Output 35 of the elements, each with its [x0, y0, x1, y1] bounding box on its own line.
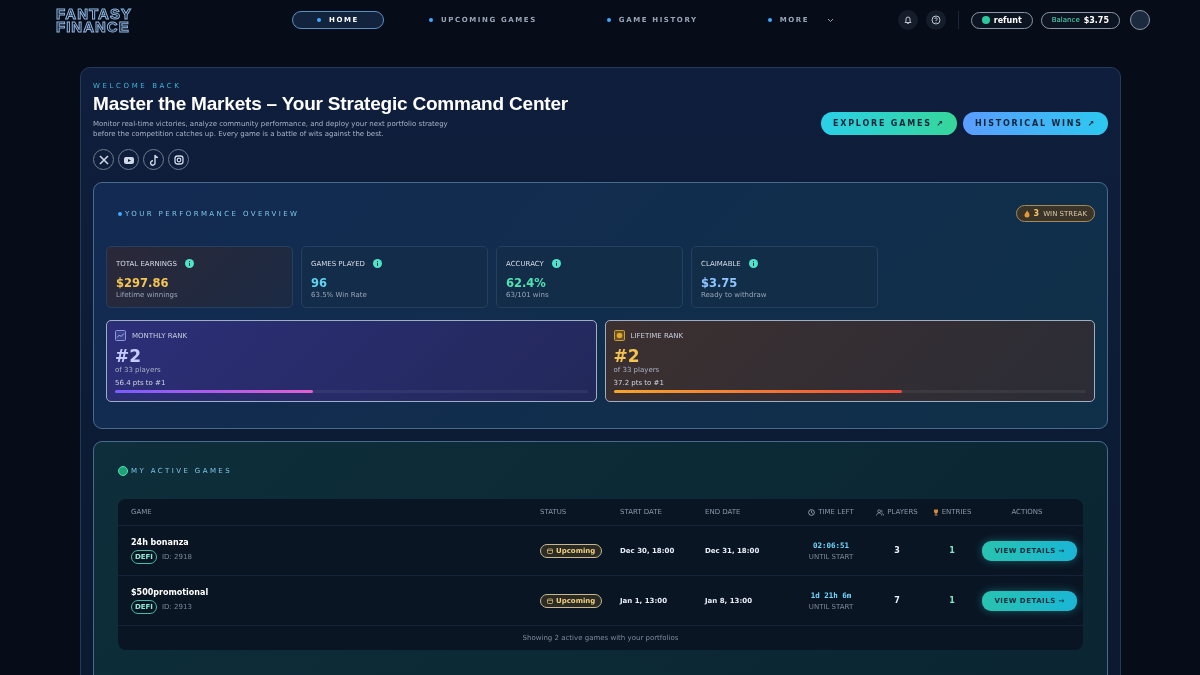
clock-icon [808, 508, 816, 516]
user-button[interactable]: refunt [970, 11, 1033, 29]
bell-icon[interactable] [897, 10, 918, 30]
info-icon[interactable] [184, 259, 194, 268]
users-icon [876, 508, 885, 516]
calendar-icon [547, 597, 553, 604]
help-icon[interactable] [925, 10, 946, 30]
status-dot-icon [118, 466, 128, 476]
game-name: 24h bonanza [131, 537, 190, 547]
flame-icon [1023, 209, 1030, 218]
logo-text[interactable]: FANTASY FINANCE [56, 7, 292, 33]
hero-button[interactable]: HISTORICAL WINS ↗ [962, 112, 1108, 135]
stat-value: $3.75 [701, 276, 739, 290]
bullet-icon [118, 211, 122, 216]
rank-value: #2 [613, 346, 641, 366]
streak-count: 3 [1033, 209, 1040, 218]
info-icon[interactable] [551, 259, 561, 268]
trend-chart-icon [115, 330, 126, 341]
stat-value: $297.86 [116, 276, 170, 290]
hero-button[interactable]: EXPLORE GAMES ↗ [820, 112, 957, 135]
entries-count: 1 [948, 546, 956, 555]
rank-value: #2 [115, 346, 143, 366]
game-name: $500promotional [131, 587, 210, 597]
players-count: 3 [893, 546, 901, 555]
medal-icon [613, 330, 625, 341]
page-title: Master the Markets – Your Strategic Command Center [93, 93, 568, 115]
avatar-icon[interactable] [1130, 10, 1150, 30]
info-icon[interactable] [372, 259, 382, 268]
stat-value: 62.4% [506, 276, 547, 290]
entries-count: 1 [948, 596, 956, 605]
info-icon[interactable] [748, 259, 758, 268]
trophy-icon [932, 508, 939, 516]
calendar-icon [547, 547, 553, 554]
players-count: 7 [893, 596, 901, 605]
stat-value: 96 [311, 276, 328, 290]
